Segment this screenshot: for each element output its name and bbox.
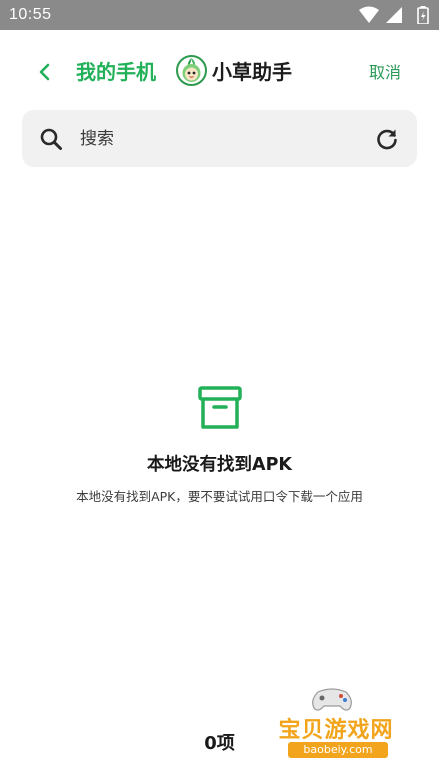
chevron-left-icon [39, 63, 50, 81]
back-button[interactable] [30, 57, 60, 87]
wifi-icon [359, 6, 379, 23]
watermark-text: 宝贝游戏网 [278, 718, 394, 743]
refresh-icon[interactable] [374, 126, 400, 152]
archive-box-icon [198, 386, 242, 429]
watermark-url: baobeiy.com [288, 742, 388, 758]
empty-state-description: 本地没有找到APK，要不要试试用口令下载一个应用 [76, 489, 363, 504]
battery-icon [417, 6, 429, 24]
app-logo-icon [176, 55, 207, 86]
empty-state-title: 本地没有找到APK [147, 455, 292, 475]
app-name: 小草助手 [212, 60, 292, 84]
search-input[interactable] [80, 122, 360, 155]
search-box[interactable] [22, 110, 417, 167]
signal-icon [386, 7, 402, 23]
search-icon [40, 128, 62, 150]
cancel-button[interactable]: 取消 [369, 59, 401, 83]
status-bar: 10:55 [0, 0, 439, 30]
title-bar: 我的手机 小草助手 取消 [0, 30, 439, 108]
my-phone-tab[interactable]: 我的手机 [76, 56, 156, 85]
status-time: 10:55 [9, 6, 52, 23]
game-controller-icon [312, 688, 352, 711]
watermark: 宝贝游戏网 baobeiy.com [258, 682, 408, 777]
